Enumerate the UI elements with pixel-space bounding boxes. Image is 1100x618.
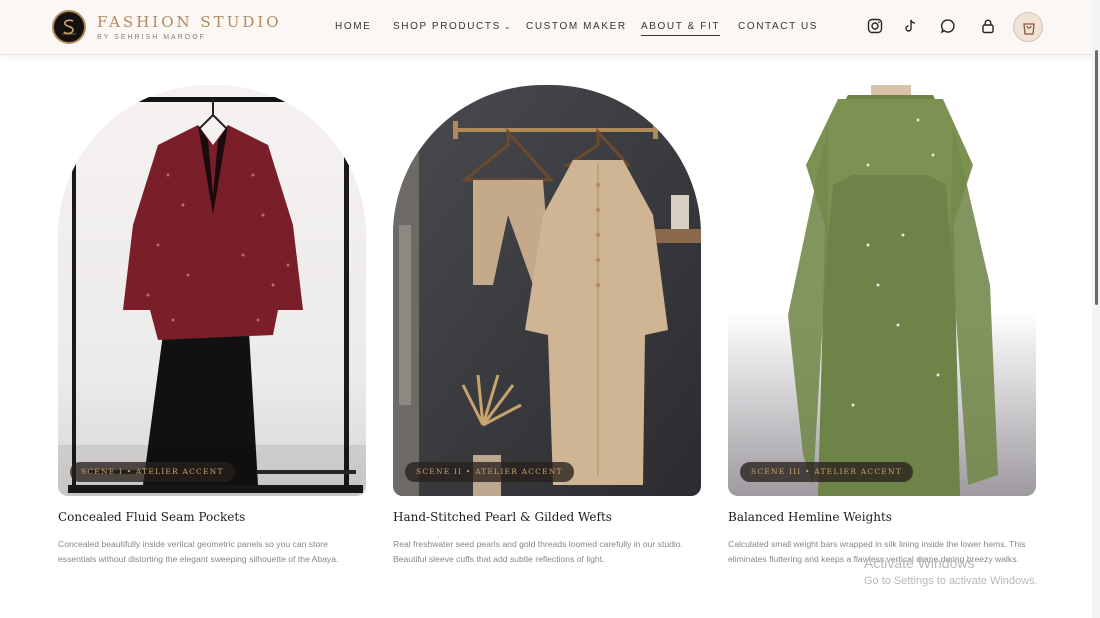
- site-header: FASHION STUDIO BY SEHRISH MAROOF HOME SH…: [0, 0, 1092, 55]
- nav-contact-us[interactable]: CONTACT US: [738, 21, 818, 32]
- nav-shop-products[interactable]: SHOP PRODUCTS ⌄: [393, 21, 512, 32]
- nav-shop-products-label: SHOP PRODUCTS: [393, 21, 501, 32]
- chevron-down-icon: ⌄: [503, 22, 513, 31]
- cart-icon: [1023, 23, 1035, 35]
- brand-name[interactable]: FASHION STUDIO: [97, 13, 282, 31]
- nav-custom-maker-label: CUSTOM MAKER: [526, 21, 627, 32]
- card-title: Concealed Fluid Seam Pockets: [58, 510, 246, 524]
- nav-about-fit[interactable]: ABOUT & FIT: [641, 21, 721, 36]
- card-description: Concealed beautifully inside vertical ge…: [58, 539, 339, 564]
- brand-monogram-icon[interactable]: [52, 10, 86, 44]
- nav-custom-maker[interactable]: CUSTOM MAKER: [526, 21, 627, 32]
- brand-subtitle: BY SEHRISH MAROOF: [97, 34, 206, 41]
- feature-card: SCENE III • ATELIER ACCENT Balanced Heml…: [728, 85, 1036, 564]
- tunic-trousers-illustration: [393, 85, 701, 496]
- nav-contact-us-label: CONTACT US: [738, 21, 819, 32]
- nav-about-fit-label: ABOUT & FIT: [641, 21, 721, 32]
- nav-home[interactable]: HOME: [335, 21, 371, 32]
- feature-card: SCENE I • ATELIER ACCENT Concealed Fluid…: [58, 85, 366, 564]
- card-title: Hand-Stitched Pearl & Gilded Wefts: [393, 510, 612, 524]
- scene-badge: SCENE II • ATELIER ACCENT: [405, 462, 574, 482]
- chat-icon[interactable]: [940, 18, 956, 34]
- nav-home-label: HOME: [335, 21, 372, 32]
- feature-card: SCENE II • ATELIER ACCENT Hand-Stitched …: [393, 85, 701, 564]
- card-image: SCENE I • ATELIER ACCENT: [58, 85, 366, 496]
- scene-badge: SCENE III • ATELIER ACCENT: [740, 462, 913, 482]
- instagram-icon[interactable]: [867, 18, 883, 34]
- activate-windows-watermark: Activate Windows: [864, 555, 975, 571]
- tiktok-icon[interactable]: [902, 18, 918, 34]
- scene-badge: SCENE I • ATELIER ACCENT: [70, 462, 235, 482]
- card-image: SCENE III • ATELIER ACCENT: [728, 85, 1036, 496]
- card-title: Balanced Hemline Weights: [728, 510, 892, 524]
- scroll-thumb[interactable]: [1095, 50, 1098, 305]
- card-description: Real freshwater seed pearls and gold thr…: [393, 539, 683, 564]
- lock-icon[interactable]: [980, 18, 996, 34]
- activate-windows-subtitle: Go to Settings to activate Windows.: [864, 575, 1038, 587]
- olive-cape-gown-illustration: [728, 85, 1036, 496]
- blazer-abaya-illustration: [58, 85, 366, 496]
- cart-button[interactable]: [1013, 12, 1043, 42]
- card-image: SCENE II • ATELIER ACCENT: [393, 85, 701, 496]
